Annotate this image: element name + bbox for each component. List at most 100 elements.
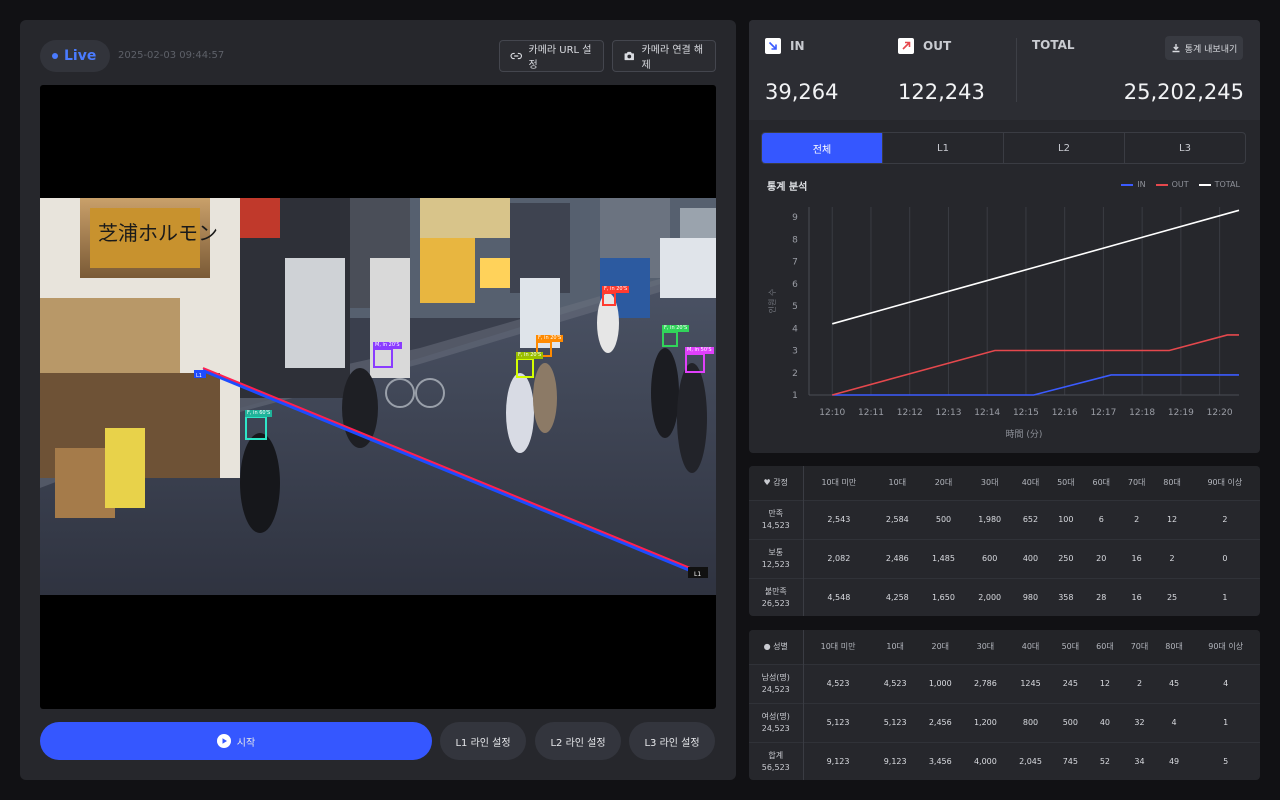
legend-total-label: TOTAL [1214,180,1240,189]
camera-disconnect-label: 카메라 연결 해제 [641,45,704,71]
gender-row-header: 합계 56,523 [749,741,804,780]
emotion-column-header: 60대 [1083,466,1119,500]
tab-all[interactable]: 전체 [762,133,883,163]
link-icon [510,52,522,60]
legend-total: TOTAL [1198,180,1240,189]
gender-row: 남성(명) 24,523 4,523 4,523 1,000 2,786 1245 245 12… [749,663,1260,703]
live-timestamp: 2025-02-03 09:44:57 [118,50,225,61]
gender-row-total: 56,523 [761,762,790,772]
gender-cell: 2 [1122,663,1157,703]
tab-l3[interactable]: L3 [1125,133,1245,163]
gender-table: ● 성별 10대 미만 10대 20대 30대 40대 50대 60대 70대 80대 90대 이… [749,630,1260,780]
emotion-row-name: 보통 [768,547,784,557]
emotion-row-name: 불만족 [764,586,787,596]
gender-header-row: ● 성별 10대 미만 10대 20대 30대 40대 50대 60대 70대 80대 90대 이… [749,630,1260,664]
emotion-cell: 980 [1012,577,1049,616]
export-statistics-button[interactable]: 통계 내보내기 [1165,36,1243,60]
detection-box: M, in 20'S [373,342,402,368]
y-axis-label: 인원 수 [767,289,777,314]
x-tick-label: 12:10 [819,408,845,418]
gender-cell: 5,123 [872,702,918,742]
emotion-cell: 400 [1012,538,1049,578]
total-value: 25,202,245 [1123,80,1244,104]
statistics-card: IN 39,264 OUT 122,243 TOTAL 25,202,245 통… [749,20,1260,453]
gender-cell: 1,200 [962,702,1008,742]
y-tick-label: 2 [792,369,798,379]
x-tick-label: 12:14 [974,408,1000,418]
emotion-column-header: 70대 [1118,466,1155,500]
series-line-total [832,209,1240,325]
emotion-column-header: 40대 [1012,466,1049,500]
gender-cell: 45 [1156,663,1192,703]
x-tick-label: 12:11 [858,408,884,418]
gender-column-header: 50대 [1053,630,1088,664]
chart-title: 통계 분석 [767,182,808,193]
l1-line-setting-button[interactable]: L1 라인 설정 [440,722,526,760]
emotion-cell: 16 [1118,538,1155,578]
gender-cell: 9,123 [872,741,918,780]
gender-cell: 9,123 [803,741,873,780]
gender-column-header: 90대 이상 [1191,630,1260,664]
detection-box: F, in 60'S [245,410,273,440]
gender-column-header: 10대 [872,630,918,664]
gender-cell: 34 [1122,741,1157,780]
counter-strip [749,20,1260,120]
emotion-cell: 2 [1118,499,1155,539]
emotion-row: 만족 14,523 2,543 2,584 500 1,980 652 100 6 2 12 2 [749,499,1260,539]
gender-column-header: 40대 [1007,630,1054,664]
gender-cell: 745 [1053,741,1088,780]
gender-cell: 500 [1053,702,1088,742]
divider [1016,38,1017,102]
live-dot-icon [52,53,58,59]
street-scene-image: 芝浦ホルモン L1 L1 [40,198,716,595]
y-tick-label: 4 [792,324,798,334]
gender-row-name: 여성(명) [761,711,790,721]
camera-disconnect-button[interactable]: 카메라 연결 해제 [612,40,716,72]
gender-cell: 49 [1156,741,1192,780]
emotion-column-header: 90대 이상 [1189,466,1260,500]
tab-l1[interactable]: L1 [883,133,1004,163]
out-value: 122,243 [898,80,985,104]
emotion-row-header: 불만족 26,523 [749,577,804,616]
gender-row-name: 합계 [768,750,784,760]
camera-url-button[interactable]: 카메라 URL 설정 [499,40,604,72]
emotion-cell: 6 [1083,499,1119,539]
gender-cell: 12 [1087,663,1123,703]
line-end-label: L1 [694,571,701,578]
emotion-cell: 20 [1083,538,1119,578]
emotion-cell: 2,000 [966,577,1013,616]
out-header: OUT [898,38,951,54]
y-tick-label: 7 [792,258,798,268]
person-icon: ● [763,641,771,651]
y-tick-label: 5 [792,302,798,312]
gender-cell: 40 [1087,702,1123,742]
gender-column-header: 80대 [1156,630,1192,664]
arrow-in-icon [765,38,781,54]
emotion-row-name: 만족 [768,508,784,518]
emotion-row-header: 만족 14,523 [749,499,804,539]
emotion-table-card: ♥ 감정 10대 미만 10대 20대 30대 40대 50대 60대 70대 80대 90대 이… [749,466,1260,616]
y-tick-label: 8 [792,235,798,245]
emotion-cell: 500 [920,499,967,539]
x-tick-label: 12:12 [897,408,923,418]
l2-line-setting-button[interactable]: L2 라인 설정 [535,722,621,760]
emotion-row: 보통 12,523 2,082 2,486 1,485 600 400 250 20 16 2 0 [749,538,1260,578]
emotion-cell: 100 [1048,499,1084,539]
x-tick-label: 12:20 [1207,408,1233,418]
l3-line-setting-button[interactable]: L3 라인 설정 [629,722,715,760]
y-tick-label: 3 [792,347,798,357]
video-feed[interactable]: 芝浦ホルモン L1 L1 M, in 20'S F, in 20'S F, in… [40,85,716,709]
gender-column-header: 30대 [962,630,1008,664]
detection-box: F, in 20'S [516,352,544,378]
detection-box: M, in 50'S [685,347,714,373]
emotion-cell: 16 [1118,577,1155,616]
gender-cell: 4,523 [803,663,873,703]
emotion-cell: 25 [1154,577,1190,616]
emotion-cell: 0 [1189,538,1260,578]
heart-icon: ♥ [763,477,771,487]
start-button[interactable]: 시작 [40,722,432,760]
emotion-cell: 2,082 [803,538,875,578]
emotion-header-row: ♥ 감정 10대 미만 10대 20대 30대 40대 50대 60대 70대 80대 90대 이… [749,466,1260,500]
gender-row-total: 24,523 [761,723,790,733]
tab-l2[interactable]: L2 [1004,133,1125,163]
